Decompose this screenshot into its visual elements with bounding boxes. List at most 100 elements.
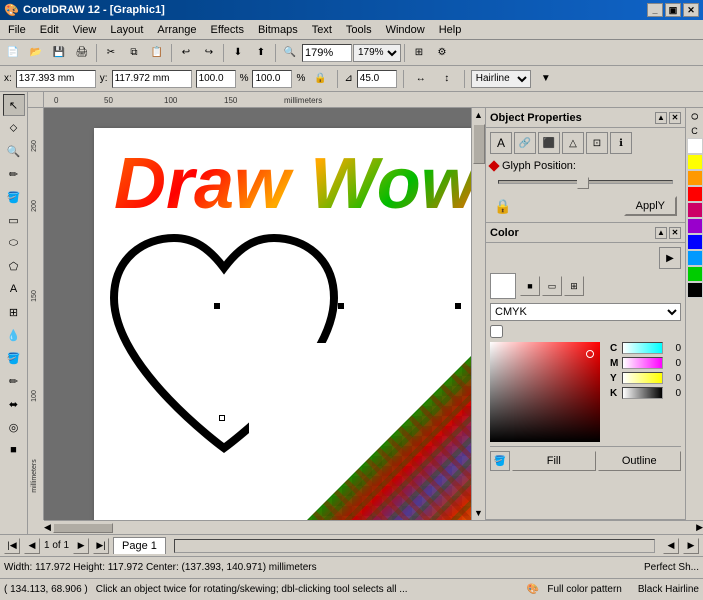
scroll-left-btn[interactable]: ◀ <box>44 522 51 533</box>
y-bar[interactable] <box>622 372 663 384</box>
far-right-btn1[interactable]: O <box>688 110 702 124</box>
fill-tool-btn[interactable]: 🪣 <box>3 347 25 369</box>
lock-ratio-btn[interactable]: 🔒 <box>309 68 331 90</box>
obj-icon-wrap[interactable]: ⬛ <box>538 132 560 154</box>
glyph-slider-track[interactable] <box>498 180 673 184</box>
fill-button[interactable]: Fill <box>512 451 596 471</box>
menu-text[interactable]: Text <box>306 22 338 38</box>
menu-edit[interactable]: Edit <box>34 22 65 38</box>
restore-btn[interactable]: ▣ <box>665 3 681 17</box>
page-bar-right[interactable]: ▶ <box>683 538 699 554</box>
select-tool-btn[interactable]: ↖ <box>3 94 25 116</box>
paste-btn[interactable]: 📋 <box>146 42 168 64</box>
open-btn[interactable]: 📂 <box>25 42 47 64</box>
mirror-h-btn[interactable]: ↔ <box>410 68 432 90</box>
m-bar[interactable] <box>622 357 663 369</box>
canvas-content[interactable]: Draw Wow × <box>44 108 471 520</box>
angle-input[interactable] <box>357 70 397 88</box>
redo-btn[interactable]: ↪ <box>198 42 220 64</box>
swatch-white[interactable] <box>687 138 703 154</box>
page-bar-left[interactable]: ◀ <box>663 538 679 554</box>
obj-icon-info[interactable]: ℹ <box>610 132 632 154</box>
menu-view[interactable]: View <box>67 22 103 38</box>
obj-icon-char[interactable]: A <box>490 132 512 154</box>
swatch-purple[interactable] <box>687 218 703 234</box>
glyph-slider-thumb[interactable] <box>577 177 589 189</box>
blend-tool-btn[interactable]: ⬌ <box>3 393 25 415</box>
contour-tool-btn[interactable]: ◎ <box>3 416 25 438</box>
export-btn[interactable]: ⬆ <box>250 42 272 64</box>
swatch-red[interactable] <box>687 186 703 202</box>
import-btn[interactable]: ⬇ <box>227 42 249 64</box>
w-input[interactable] <box>196 70 236 88</box>
cut-btn[interactable]: ✂ <box>100 42 122 64</box>
swatch-orange[interactable] <box>687 170 703 186</box>
swatch-lightblue[interactable] <box>687 250 703 266</box>
menu-window[interactable]: Window <box>380 22 431 38</box>
page-last-btn[interactable]: ▶| <box>93 538 109 554</box>
snap-btn[interactable]: ⊞ <box>408 42 430 64</box>
copy-btn[interactable]: ⧉ <box>123 42 145 64</box>
page-tab[interactable]: Page 1 <box>113 537 166 554</box>
h-input[interactable] <box>252 70 292 88</box>
line-style-btn[interactable]: ▼ <box>535 68 557 90</box>
color-model-select[interactable]: CMYK <box>490 303 681 321</box>
smart-fill-btn[interactable]: 🪣 <box>3 186 25 208</box>
scrollbar-vertical[interactable]: ▲ ▼ <box>471 108 485 520</box>
y-input[interactable] <box>112 70 192 88</box>
page-scrollbar[interactable] <box>174 539 655 553</box>
fill-type-btn[interactable]: ■ <box>520 276 540 296</box>
text-tool-btn[interactable]: A <box>3 278 25 300</box>
menu-arrange[interactable]: Arrange <box>151 22 202 38</box>
menu-effects[interactable]: Effects <box>205 22 250 38</box>
menu-file[interactable]: File <box>2 22 32 38</box>
polygon-tool-btn[interactable]: ⬠ <box>3 255 25 277</box>
rect-tool-btn[interactable]: ▭ <box>3 209 25 231</box>
menu-layout[interactable]: Layout <box>104 22 149 38</box>
swatch-blue[interactable] <box>687 234 703 250</box>
c-bar[interactable] <box>622 342 663 354</box>
scroll-right-btn[interactable]: ▶ <box>696 522 703 533</box>
save-btn[interactable]: 💾 <box>48 42 70 64</box>
scrollbar-horizontal[interactable]: ◀ ▶ <box>44 520 703 534</box>
hex-checkbox[interactable] <box>490 325 503 338</box>
swatch-black[interactable] <box>687 282 703 298</box>
obj-props-minimize[interactable]: ▲ <box>655 112 667 124</box>
node-tool-btn[interactable]: ⬦ <box>3 117 25 139</box>
k-bar[interactable] <box>622 387 663 399</box>
apply-button[interactable]: ApplY <box>624 196 677 216</box>
scroll-thumb-h[interactable] <box>53 523 113 533</box>
menu-bitmaps[interactable]: Bitmaps <box>252 22 304 38</box>
color-minimize[interactable]: ▲ <box>655 227 667 239</box>
swatch-pink[interactable] <box>687 202 703 218</box>
outline-tool-btn[interactable]: ✏ <box>3 370 25 392</box>
interactive-fill-btn[interactable]: ■ <box>3 439 25 461</box>
eyedrop-tool-btn[interactable]: 💧 <box>3 324 25 346</box>
ellipse-tool-btn[interactable]: ⬭ <box>3 232 25 254</box>
scroll-up-btn[interactable]: ▲ <box>472 108 485 122</box>
swatch-yellow[interactable] <box>687 154 703 170</box>
swatch-type-btn[interactable]: ⊞ <box>564 276 584 296</box>
zoom-btn1[interactable]: 🔍 <box>279 42 301 64</box>
obj-icon-geo[interactable]: △ <box>562 132 584 154</box>
swatch-green[interactable] <box>687 266 703 282</box>
x-input[interactable] <box>16 70 96 88</box>
page-prev-btn[interactable]: ◀ <box>24 538 40 554</box>
obj-props-close[interactable]: ✕ <box>669 112 681 124</box>
scroll-down-btn[interactable]: ▼ <box>472 506 485 520</box>
zoom-value[interactable]: 179% <box>302 44 352 62</box>
undo-btn[interactable]: ↩ <box>175 42 197 64</box>
far-right-btn2[interactable]: C <box>688 124 702 138</box>
menu-help[interactable]: Help <box>433 22 468 38</box>
obj-icon-extra[interactable]: ⊡ <box>586 132 608 154</box>
options-btn[interactable]: ⚙ <box>431 42 453 64</box>
color-gradient-picker[interactable] <box>490 342 600 442</box>
close-btn[interactable]: ✕ <box>683 3 699 17</box>
table-tool-btn[interactable]: ⊞ <box>3 301 25 323</box>
obj-icon-link[interactable]: 🔗 <box>514 132 536 154</box>
print-btn[interactable]: 🖨 <box>71 42 93 64</box>
fill-icon-btn[interactable]: 🪣 <box>490 451 510 471</box>
new-btn[interactable]: 📄 <box>2 42 24 64</box>
mirror-v-btn[interactable]: ↕ <box>436 68 458 90</box>
freehand-tool-btn[interactable]: ✏ <box>3 163 25 185</box>
